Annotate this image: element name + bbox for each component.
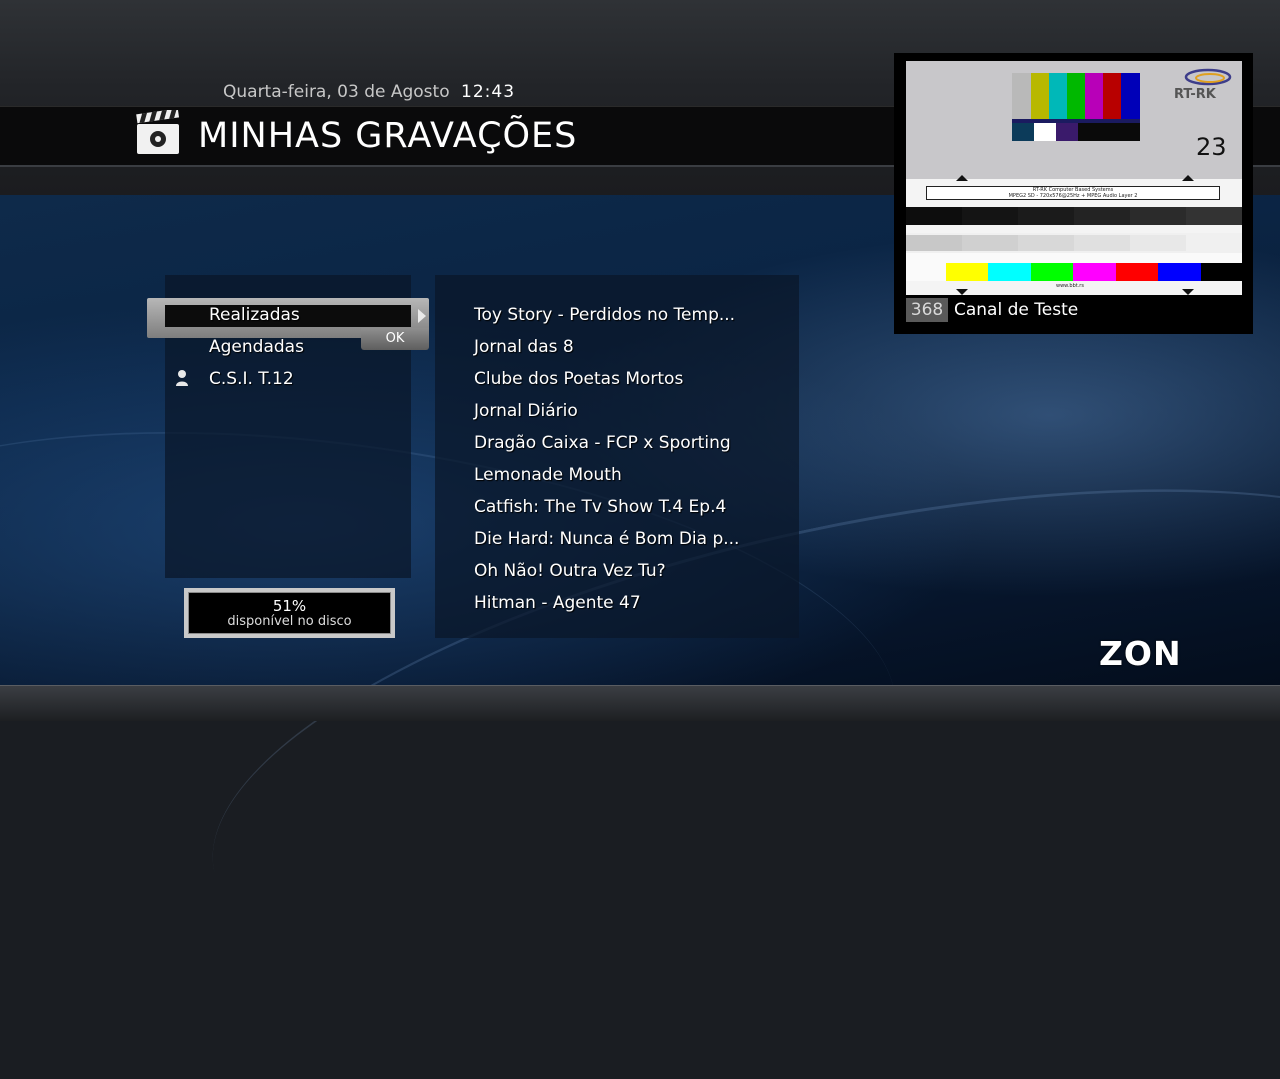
list-item[interactable]: Dragão Caixa - FCP x Sporting	[474, 433, 731, 453]
preview-video: RT-RK 23 RT-RK Computer Based Systems MP…	[906, 61, 1242, 295]
list-item[interactable]: Clube dos Poetas Mortos	[474, 369, 683, 389]
list-item[interactable]: Toy Story - Perdidos no Temp...	[474, 305, 735, 325]
channel-number: 368	[906, 298, 948, 322]
test-caption-line2: MPEG2 SD - 720x576@25Hz + MPEG Audio Lay…	[1008, 193, 1138, 199]
chevron-right-icon	[418, 309, 426, 323]
list-item[interactable]: Die Hard: Nunca é Bom Dia p...	[474, 529, 739, 549]
disk-space-indicator: 51% disponível no disco	[184, 588, 395, 638]
list-item[interactable]: Oh Não! Outra Vez Tu?	[474, 561, 666, 581]
time-label: 12:43	[461, 82, 516, 102]
rtrk-logo-text: RT-RK	[1174, 87, 1216, 102]
disk-label: disponível no disco	[227, 614, 352, 629]
list-item[interactable]: Catfish: The Tv Show T.4 Ep.4	[474, 497, 726, 517]
list-item[interactable]: Jornal Diário	[474, 401, 578, 421]
recordings-list-panel	[435, 275, 799, 638]
menu-item-csi[interactable]: C.S.I. T.12	[209, 369, 294, 389]
footer-bar	[0, 685, 1280, 721]
live-preview: RT-RK 23 RT-RK Computer Based Systems MP…	[894, 53, 1253, 334]
rtrk-logo-icon	[1184, 68, 1232, 86]
disk-percent: 51%	[272, 597, 307, 615]
page-title: MINHAS GRAVAÇÕES	[198, 116, 578, 156]
ok-button[interactable]: OK	[361, 328, 429, 350]
channel-name: Canal de Teste	[954, 300, 1079, 320]
clapperboard-icon	[136, 110, 180, 154]
date-time: Quarta-feira, 03 de Agosto 12:43	[223, 82, 515, 102]
menu-item-label: Realizadas	[209, 305, 300, 325]
menu-item-agendadas[interactable]: Agendadas	[209, 337, 304, 357]
person-icon	[176, 370, 188, 386]
list-item[interactable]: Jornal das 8	[474, 337, 574, 357]
list-item[interactable]: Hitman - Agente 47	[474, 593, 641, 613]
list-item[interactable]: Lemonade Mouth	[474, 465, 622, 485]
test-footer-url: www.bbt.rs	[1056, 283, 1084, 289]
test-number: 23	[1196, 133, 1227, 161]
date-label: Quarta-feira, 03 de Agosto	[223, 82, 450, 102]
zon-logo: ZON	[1099, 634, 1182, 673]
